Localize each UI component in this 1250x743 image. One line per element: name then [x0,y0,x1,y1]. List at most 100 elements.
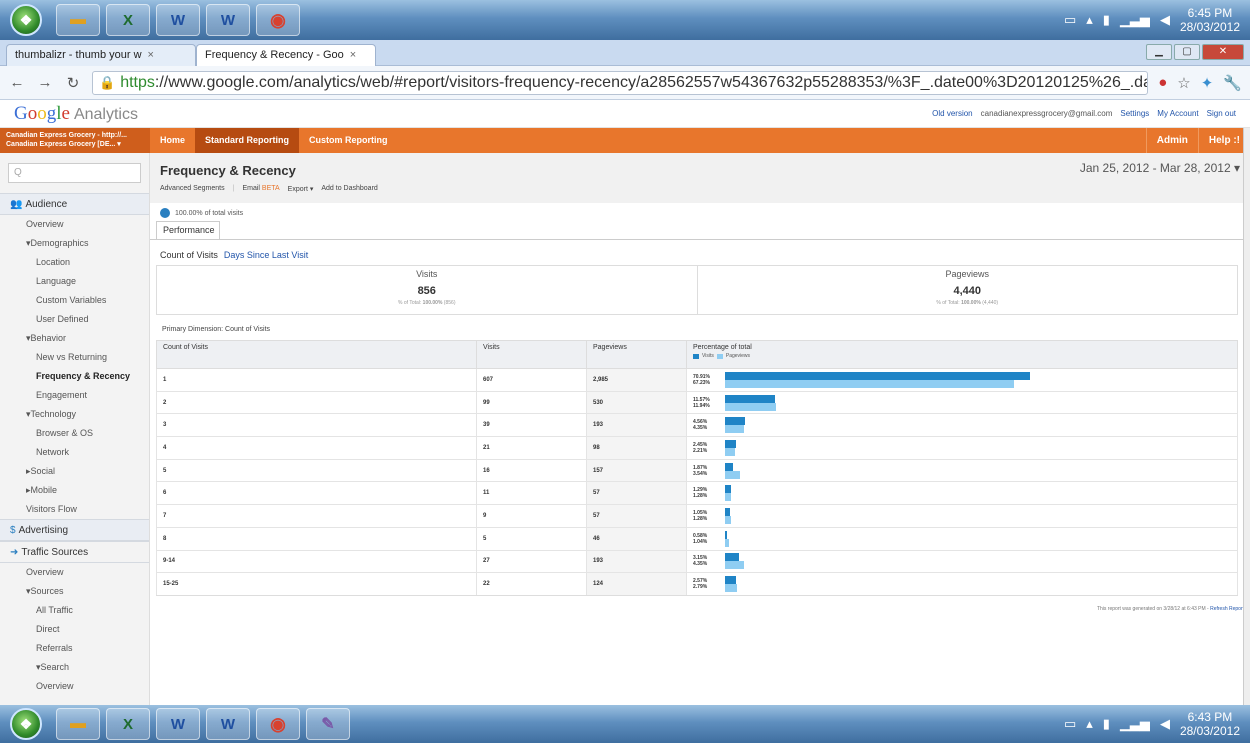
address-bar[interactable]: 🔒 https://www.google.com/analytics/web/#… [92,70,1149,95]
add-to-dashboard-button[interactable]: Add to Dashboard [321,185,377,193]
word-icon[interactable]: W [156,4,200,36]
tab-standard-reporting[interactable]: Standard Reporting [195,128,300,153]
my-account-link[interactable]: My Account [1157,109,1198,118]
extension-icon[interactable]: ✦ [1201,74,1214,92]
sidebar-item[interactable]: ▸Social [0,462,149,481]
tab-performance[interactable]: Performance [156,221,220,239]
start-button[interactable]: ❖ [10,4,42,36]
sidebar-item[interactable]: Direct [0,620,149,639]
sidebar-item[interactable]: ▸Mobile [0,481,149,500]
table-row: 8 5 46 0.58% 1.04% [156,526,1238,550]
sidebar-item[interactable]: ▾Behavior [0,329,149,348]
clock[interactable]: 6:43 PM 28/03/2012 [1180,710,1240,738]
back-icon[interactable]: ← [8,74,26,91]
sidebar-search-input[interactable]: Q [8,163,141,183]
close-tab-icon[interactable]: × [148,49,154,61]
sidebar-item[interactable]: Language [0,272,149,291]
chrome-icon[interactable]: ◉ [256,708,300,740]
sidebar-item[interactable]: ▾Sources [0,582,149,601]
tab-custom-reporting[interactable]: Custom Reporting [299,128,398,153]
show-hidden-icons[interactable]: ▴ [1086,716,1093,732]
sidebar-item[interactable]: Referrals [0,639,149,658]
admin-button[interactable]: Admin [1145,128,1198,153]
col-header-count[interactable]: Count of Visits [156,340,477,369]
sidebar-item[interactable]: Browser & OS [0,424,149,443]
col-header-visits[interactable]: Visits [476,340,587,369]
sidebar-item[interactable]: Visitors Flow [0,500,149,519]
cell-percentage: 70.91% 67.23% [686,368,1238,392]
keyboard-icon[interactable]: ▭ [1064,12,1076,28]
table-row: 15-25 22 124 2.57% 2.79% [156,572,1238,596]
sidebar-item[interactable]: Custom Variables [0,291,149,310]
sign-out-link[interactable]: Sign out [1207,109,1236,118]
network-icon[interactable]: ▮ [1103,12,1110,28]
email-button[interactable]: Email BETA [242,185,279,193]
star-icon[interactable]: ☆ [1177,74,1190,92]
sidebar-item[interactable]: Engagement [0,386,149,405]
word-icon[interactable]: W [156,708,200,740]
sidebar-item[interactable]: Overview [0,563,149,582]
start-button[interactable]: ❖ [10,708,42,740]
pageviews-pct: 1.28% [693,493,708,500]
account-selector[interactable]: Canadian Express Grocery - http://... Ca… [0,128,150,153]
sidebar-item[interactable]: Frequency & Recency [0,367,149,386]
col-header-pageviews[interactable]: Pageviews [586,340,687,369]
wrench-icon[interactable]: 🔧 [1223,74,1242,92]
paint-icon[interactable]: ✎ [306,708,350,740]
keyboard-icon[interactable]: ▭ [1064,716,1076,732]
close-window-icon[interactable]: ✕ [1202,44,1244,60]
sidebar-item[interactable]: Overview [0,215,149,234]
logo-letter: o [27,102,38,124]
show-hidden-icons[interactable]: ▴ [1086,12,1093,28]
chrome-icon[interactable]: ◉ [256,4,300,36]
sidebar-item[interactable]: New vs Returning [0,348,149,367]
advanced-segments-button[interactable]: Advanced Segments [160,185,225,193]
old-version-link[interactable]: Old version [932,109,972,118]
close-tab-icon[interactable]: × [350,49,356,61]
sidebar-item[interactable]: Overview [0,677,149,696]
sidebar-item[interactable]: ▾Search [0,658,149,677]
sidebar-section-traffic-sources[interactable]: ➜ Traffic Sources [0,541,149,563]
cell-visits: 22 [476,572,587,596]
network-icon[interactable]: ▮ [1103,716,1110,732]
sidebar-item[interactable]: ▾Demographics [0,234,149,253]
minimize-icon[interactable]: ▁ [1146,44,1172,60]
forward-icon[interactable]: → [36,74,54,91]
sidebar-item[interactable]: Network [0,443,149,462]
page-scrollbar[interactable] [1243,128,1250,705]
subtab-days-since-last-visit[interactable]: Days Since Last Visit [224,250,308,260]
volume-icon[interactable]: ◀ [1160,716,1170,732]
sidebar-section-advertising[interactable]: $ Advertising [0,519,149,541]
date-range-selector[interactable]: Jan 25, 2012 - Mar 28, 2012 ▾ [1080,161,1240,175]
sidebar-item[interactable]: User Defined [0,310,149,329]
signal-icon[interactable]: ▁▃▅ [1120,12,1150,28]
signal-icon[interactable]: ▁▃▅ [1120,716,1150,732]
refresh-report-link[interactable]: Refresh Report [1210,606,1244,612]
browser-tab[interactable]: thumbalizr - thumb your w × [6,44,196,66]
sidebar-item[interactable]: Location [0,253,149,272]
reload-icon[interactable]: ↻ [64,74,82,92]
browser-tab-active[interactable]: Frequency & Recency - Goo × [196,44,376,66]
volume-icon[interactable]: ◀ [1160,12,1170,28]
report-main: Frequency & Recency Jan 25, 2012 - Mar 2… [150,153,1250,705]
maximize-icon[interactable]: ▢ [1174,44,1200,60]
explorer-icon[interactable]: ▬ [56,708,100,740]
adblock-icon[interactable]: ● [1158,74,1167,91]
word-icon-2[interactable]: W [206,4,250,36]
excel-icon[interactable]: X [106,4,150,36]
section-label: Traffic Sources [21,547,89,558]
subtab-count-of-visits[interactable]: Count of Visits [160,250,218,260]
settings-link[interactable]: Settings [1120,109,1149,118]
sidebar-item[interactable]: All Traffic [0,601,149,620]
url-text: ://www.google.com/analytics/web/#report/… [154,73,1147,91]
sidebar-section-audience[interactable]: 👥 Audience [0,193,149,215]
col-header-percentage[interactable]: Percentage of total Visits Pageviews [686,340,1238,369]
clock[interactable]: 6:45 PM 28/03/2012 [1180,6,1240,34]
explorer-icon[interactable]: ▬ [56,4,100,36]
tab-home[interactable]: Home [150,128,195,153]
google-analytics-logo[interactable]: Google Analytics [14,103,138,125]
excel-icon[interactable]: X [106,708,150,740]
sidebar-item[interactable]: ▾Technology [0,405,149,424]
export-button[interactable]: Export ▾ [288,185,314,193]
word-icon-2[interactable]: W [206,708,250,740]
